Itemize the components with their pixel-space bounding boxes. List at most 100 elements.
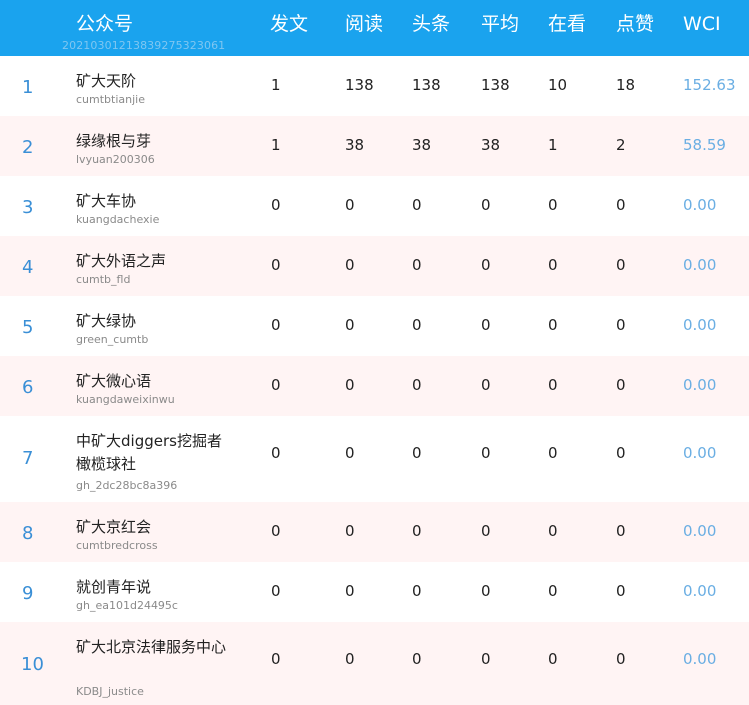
account-id: gh_ea101d24495c [76, 599, 178, 612]
row-rank: 3 [22, 197, 34, 218]
reads-value: 0 [345, 196, 355, 214]
reads-value: 0 [345, 650, 355, 668]
watching-value: 0 [548, 316, 558, 334]
header-average: 平均 [481, 13, 520, 35]
wci-value: 0.00 [683, 582, 717, 600]
header-account: 公众号 [76, 13, 134, 35]
wci-value: 0.00 [683, 316, 717, 334]
likes-value: 0 [616, 316, 626, 334]
likes-value: 2 [616, 136, 626, 154]
table-row[interactable]: 6 矿大微心语 kuangdaweixinwu 0 0 0 0 0 0 0.00 [0, 356, 749, 416]
header-headline: 头条 [412, 13, 451, 35]
average-value: 38 [481, 136, 501, 154]
posts-value: 0 [271, 196, 281, 214]
likes-value: 0 [616, 582, 626, 600]
account-name[interactable]: 矿大外语之声 [76, 250, 226, 273]
row-rank: 9 [22, 583, 34, 604]
posts-value: 1 [271, 136, 281, 154]
likes-value: 0 [616, 256, 626, 274]
table-row[interactable]: 8 矿大京红会 cumtbredcross 0 0 0 0 0 0 0.00 [0, 502, 749, 562]
account-name[interactable]: 矿大北京法律服务中心 [76, 636, 226, 659]
headline-value: 0 [412, 522, 422, 540]
headline-value: 0 [412, 650, 422, 668]
likes-value: 0 [616, 650, 626, 668]
account-id: KDBJ_justice [76, 685, 144, 698]
row-rank: 1 [22, 77, 34, 98]
account-name[interactable]: 矿大车协 [76, 190, 226, 213]
posts-value: 0 [271, 582, 281, 600]
reads-value: 38 [345, 136, 365, 154]
likes-value: 0 [616, 196, 626, 214]
header-timestamp: 20210301213839275323061 [62, 39, 226, 52]
posts-value: 0 [271, 376, 281, 394]
row-rank: 10 [21, 654, 44, 675]
posts-value: 0 [271, 522, 281, 540]
account-id: kuangdachexie [76, 213, 160, 226]
reads-value: 0 [345, 444, 355, 462]
average-value: 0 [481, 376, 491, 394]
table-row[interactable]: 2 绿缘根与芽 lvyuan200306 1 38 38 38 1 2 58.5… [0, 116, 749, 176]
headline-value: 0 [412, 444, 422, 462]
table-row[interactable]: 1 矿大天阶 cumtbtianjie 1 138 138 138 10 18 … [0, 56, 749, 116]
average-value: 0 [481, 316, 491, 334]
row-rank: 2 [22, 137, 34, 158]
watching-value: 1 [548, 136, 558, 154]
watching-value: 10 [548, 76, 568, 94]
posts-value: 0 [271, 316, 281, 334]
headline-value: 138 [412, 76, 441, 94]
average-value: 0 [481, 582, 491, 600]
wci-value: 0.00 [683, 650, 717, 668]
account-name[interactable]: 矿大绿协 [76, 310, 226, 333]
table-row[interactable]: 7 中矿大diggers挖掘者橄榄球社 gh_2dc28bc8a396 0 0 … [0, 416, 749, 502]
table-row[interactable]: 10 矿大北京法律服务中心 KDBJ_justice 0 0 0 0 0 0 0… [0, 622, 749, 705]
wci-value: 0.00 [683, 376, 717, 394]
headline-value: 0 [412, 376, 422, 394]
wci-value: 0.00 [683, 522, 717, 540]
likes-value: 0 [616, 376, 626, 394]
account-id: lvyuan200306 [76, 153, 155, 166]
table-row[interactable]: 3 矿大车协 kuangdachexie 0 0 0 0 0 0 0.00 [0, 176, 749, 236]
headline-value: 38 [412, 136, 432, 154]
wci-value: 0.00 [683, 256, 717, 274]
table-header: 公众号 20210301213839275323061 发文 阅读 头条 平均 … [0, 0, 749, 56]
table-row[interactable]: 9 就创青年说 gh_ea101d24495c 0 0 0 0 0 0 0.00 [0, 562, 749, 622]
likes-value: 0 [616, 444, 626, 462]
account-id: cumtbredcross [76, 539, 158, 552]
wci-value: 152.63 [683, 76, 736, 94]
wci-value: 0.00 [683, 444, 717, 462]
account-name[interactable]: 绿缘根与芽 [76, 130, 226, 153]
table-row[interactable]: 4 矿大外语之声 cumtb_fld 0 0 0 0 0 0 0.00 [0, 236, 749, 296]
likes-value: 0 [616, 522, 626, 540]
watching-value: 0 [548, 522, 558, 540]
wci-value: 58.59 [683, 136, 726, 154]
reads-value: 138 [345, 76, 374, 94]
headline-value: 0 [412, 316, 422, 334]
reads-value: 0 [345, 316, 355, 334]
row-rank: 7 [22, 448, 34, 469]
posts-value: 0 [271, 650, 281, 668]
table-row[interactable]: 5 矿大绿协 green_cumtb 0 0 0 0 0 0 0.00 [0, 296, 749, 356]
reads-value: 0 [345, 256, 355, 274]
watching-value: 0 [548, 196, 558, 214]
account-name[interactable]: 矿大京红会 [76, 516, 226, 539]
header-reads: 阅读 [345, 13, 384, 35]
reads-value: 0 [345, 376, 355, 394]
header-likes: 点赞 [616, 13, 655, 35]
account-name[interactable]: 中矿大diggers挖掘者橄榄球社 [76, 430, 226, 476]
account-id: gh_2dc28bc8a396 [76, 479, 178, 492]
headline-value: 0 [412, 582, 422, 600]
watching-value: 0 [548, 582, 558, 600]
account-id: kuangdaweixinwu [76, 393, 175, 406]
reads-value: 0 [345, 582, 355, 600]
average-value: 0 [481, 196, 491, 214]
account-name[interactable]: 矿大微心语 [76, 370, 226, 393]
watching-value: 0 [548, 256, 558, 274]
account-name[interactable]: 就创青年说 [76, 576, 226, 599]
average-value: 0 [481, 444, 491, 462]
wci-value: 0.00 [683, 196, 717, 214]
likes-value: 18 [616, 76, 636, 94]
row-rank: 6 [22, 377, 34, 398]
headline-value: 0 [412, 196, 422, 214]
account-name[interactable]: 矿大天阶 [76, 70, 226, 93]
account-id: cumtb_fld [76, 273, 131, 286]
